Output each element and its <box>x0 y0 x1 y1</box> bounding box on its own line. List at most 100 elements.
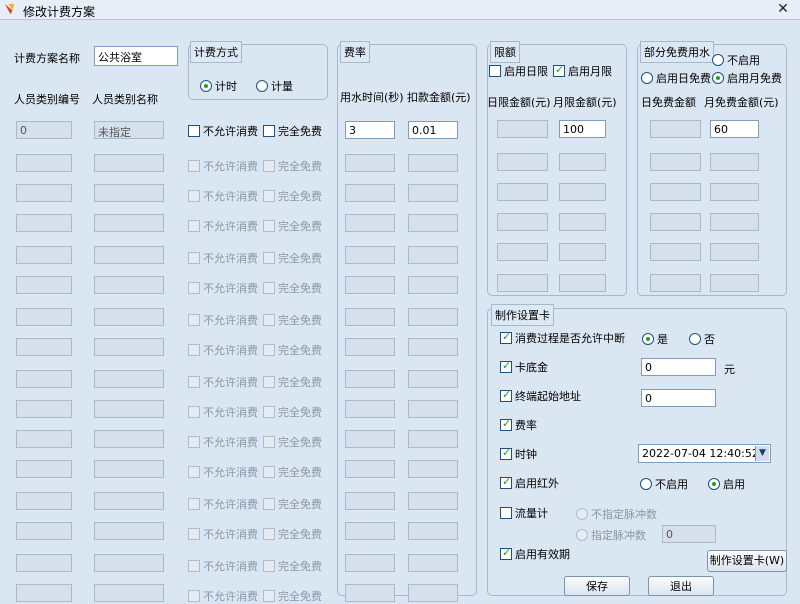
no-consume-checkbox[interactable]: 不允许消费 <box>188 250 258 266</box>
no-consume-checkbox[interactable]: 不允许消费 <box>188 218 258 234</box>
people-name-cell[interactable] <box>94 184 164 202</box>
monthly-free-cell[interactable] <box>710 153 759 171</box>
make-card-button[interactable]: 制作设置卡(W) <box>707 550 787 572</box>
free-water-disable-radio[interactable]: 不启用 <box>712 52 760 68</box>
full-free-checkbox[interactable]: 完全免费 <box>263 123 322 139</box>
full-free-checkbox[interactable]: 完全免费 <box>263 342 322 358</box>
people-name-cell[interactable] <box>94 338 164 356</box>
flow-meter-checkbox[interactable]: 流量计 <box>500 505 548 521</box>
people-id-cell[interactable] <box>16 522 72 540</box>
daily-free-cell[interactable] <box>650 243 701 261</box>
base-amount-checkbox[interactable]: 卡底金 <box>500 359 548 375</box>
infrared-enable-radio[interactable]: 启用 <box>708 476 745 492</box>
people-name-cell[interactable] <box>94 522 164 540</box>
monthly-free-cell[interactable] <box>710 183 759 201</box>
daily-free-cell[interactable] <box>650 213 701 231</box>
people-id-cell[interactable] <box>16 584 72 602</box>
rate-time-cell[interactable] <box>345 430 395 448</box>
rate-amount-cell[interactable] <box>408 246 458 264</box>
daily-free-cell[interactable] <box>650 183 701 201</box>
no-consume-checkbox[interactable]: 不允许消费 <box>188 434 258 450</box>
no-consume-checkbox[interactable]: 不允许消费 <box>188 312 258 328</box>
full-free-checkbox[interactable]: 完全免费 <box>263 312 322 328</box>
full-free-checkbox[interactable]: 完全免费 <box>263 588 322 604</box>
no-consume-checkbox[interactable]: 不允许消费 <box>188 404 258 420</box>
infrared-checkbox[interactable]: 启用红外 <box>500 475 559 491</box>
people-id-cell[interactable] <box>16 246 72 264</box>
full-free-checkbox[interactable]: 完全免费 <box>263 250 322 266</box>
daily-limit-cell[interactable] <box>497 120 548 138</box>
no-consume-checkbox[interactable]: 不允许消费 <box>188 280 258 296</box>
rate-time-cell[interactable] <box>345 554 395 572</box>
monthly-free-cell[interactable] <box>710 274 759 292</box>
scheme-name-input[interactable]: 公共浴室 <box>94 46 178 66</box>
rate-amount-cell[interactable] <box>408 154 458 172</box>
save-button[interactable]: 保存 <box>564 576 630 596</box>
validity-checkbox[interactable]: 启用有效期 <box>500 546 570 562</box>
no-consume-checkbox[interactable]: 不允许消费 <box>188 188 258 204</box>
free-water-monthly-radio[interactable]: 启用月免费 <box>712 70 782 86</box>
rate-amount-cell[interactable] <box>408 214 458 232</box>
people-id-cell[interactable] <box>16 492 72 510</box>
people-name-cell[interactable] <box>94 246 164 264</box>
monthly-limit-cell[interactable] <box>559 243 606 261</box>
monthly-limit-cell[interactable] <box>559 274 606 292</box>
rate-amount-cell[interactable] <box>408 584 458 602</box>
base-amount-input[interactable]: 0 <box>641 358 716 376</box>
clock-datetime-picker[interactable]: 2022-07-04 12:40:52 ▼ <box>638 444 771 463</box>
monthly-free-cell[interactable] <box>710 213 759 231</box>
infrared-disable-radio[interactable]: 不启用 <box>640 476 688 492</box>
interrupt-no-radio[interactable]: 否 <box>689 331 715 347</box>
people-name-cell[interactable]: 未指定 <box>94 121 164 139</box>
no-consume-checkbox[interactable]: 不允许消费 <box>188 123 258 139</box>
full-free-checkbox[interactable]: 完全免费 <box>263 188 322 204</box>
terminal-address-input[interactable]: 0 <box>641 389 716 407</box>
rate-time-cell[interactable] <box>345 492 395 510</box>
monthly-limit-cell[interactable]: 100 <box>559 120 606 138</box>
daily-free-cell[interactable] <box>650 274 701 292</box>
daily-free-cell[interactable] <box>650 120 701 138</box>
close-button[interactable]: ✕ <box>774 1 792 18</box>
daily-limit-cell[interactable] <box>497 183 548 201</box>
rate-amount-cell[interactable]: 0.01 <box>408 121 458 139</box>
no-consume-checkbox[interactable]: 不允许消费 <box>188 158 258 174</box>
people-id-cell[interactable] <box>16 338 72 356</box>
rate-time-cell[interactable] <box>345 400 395 418</box>
people-name-cell[interactable] <box>94 214 164 232</box>
people-name-cell[interactable] <box>94 370 164 388</box>
rate-time-cell[interactable] <box>345 522 395 540</box>
people-id-cell[interactable] <box>16 430 72 448</box>
enable-daily-limit-checkbox[interactable]: 启用日限 <box>489 63 548 79</box>
full-free-checkbox[interactable]: 完全免费 <box>263 496 322 512</box>
rate-amount-cell[interactable] <box>408 492 458 510</box>
rate-time-cell[interactable] <box>345 214 395 232</box>
interrupt-checkbox[interactable]: 消费过程是否允许中断 <box>500 330 625 346</box>
people-name-cell[interactable] <box>94 400 164 418</box>
people-name-cell[interactable] <box>94 430 164 448</box>
rate-amount-cell[interactable] <box>408 308 458 326</box>
full-free-checkbox[interactable]: 完全免费 <box>263 374 322 390</box>
full-free-checkbox[interactable]: 完全免费 <box>263 434 322 450</box>
monthly-free-cell[interactable] <box>710 243 759 261</box>
rate-amount-cell[interactable] <box>408 554 458 572</box>
full-free-checkbox[interactable]: 完全免费 <box>263 558 322 574</box>
rate-time-cell[interactable] <box>345 154 395 172</box>
rate-time-cell[interactable]: 3 <box>345 121 395 139</box>
full-free-checkbox[interactable]: 完全免费 <box>263 218 322 234</box>
monthly-limit-cell[interactable] <box>559 183 606 201</box>
people-name-cell[interactable] <box>94 460 164 478</box>
rate-amount-cell[interactable] <box>408 184 458 202</box>
people-id-cell[interactable] <box>16 184 72 202</box>
people-id-cell[interactable] <box>16 370 72 388</box>
daily-limit-cell[interactable] <box>497 274 548 292</box>
daily-free-cell[interactable] <box>650 153 701 171</box>
chevron-down-icon[interactable]: ▼ <box>755 446 769 461</box>
radio-by-time[interactable]: 计时 <box>200 78 237 94</box>
monthly-limit-cell[interactable] <box>559 213 606 231</box>
no-consume-checkbox[interactable]: 不允许消费 <box>188 588 258 604</box>
rate-amount-cell[interactable] <box>408 430 458 448</box>
no-consume-checkbox[interactable]: 不允许消费 <box>188 342 258 358</box>
monthly-free-cell[interactable]: 60 <box>710 120 759 138</box>
people-id-cell[interactable]: 0 <box>16 121 72 139</box>
rate-time-cell[interactable] <box>345 338 395 356</box>
